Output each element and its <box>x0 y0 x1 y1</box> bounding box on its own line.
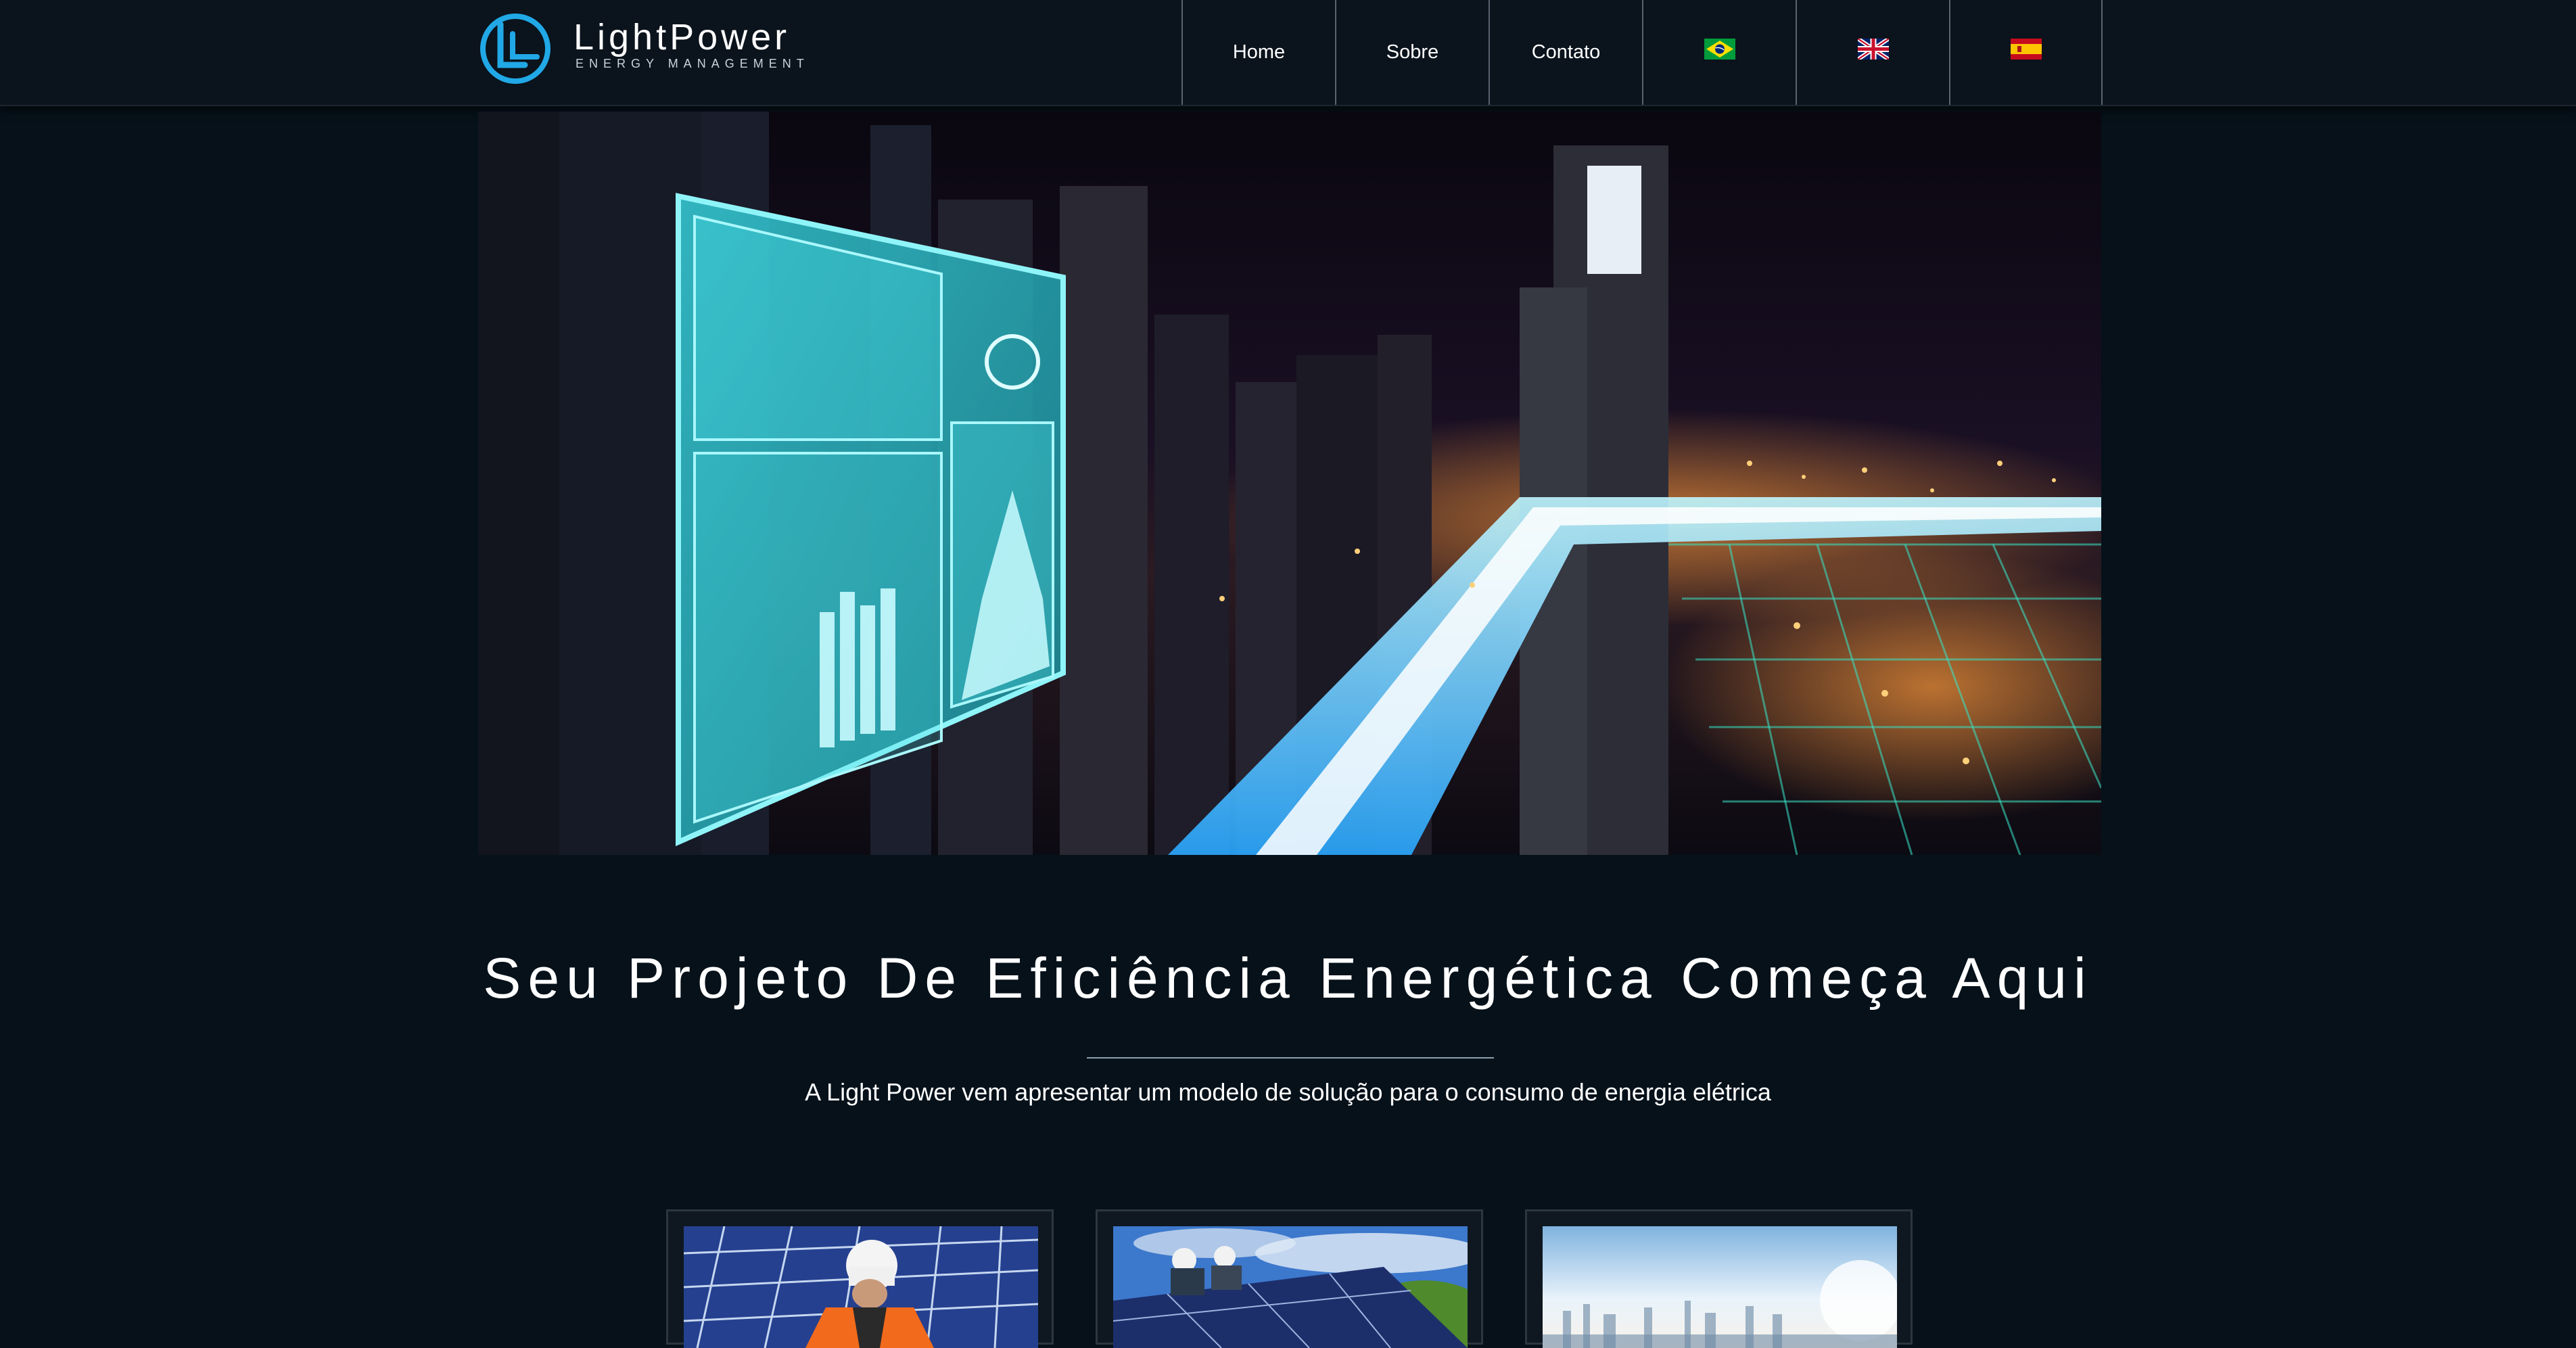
nav-item-contato[interactable]: Contato <box>1489 0 1642 105</box>
brand-tagline: ENERGY MANAGEMENT <box>576 57 810 70</box>
nav-item-home[interactable]: Home <box>1181 0 1335 105</box>
site-header: LightPower ENERGY MANAGEMENT Home Sobre … <box>0 0 2576 106</box>
service-card-2[interactable] <box>1096 1209 1483 1348</box>
technician-solar-panels-photo <box>684 1226 1038 1348</box>
nav-item-sobre[interactable]: Sobre <box>1335 0 1489 105</box>
city-skyline-photo <box>1543 1226 1897 1348</box>
language-portuguese-button[interactable] <box>1642 0 1796 105</box>
language-spanish-button[interactable] <box>1949 0 2103 105</box>
brand-logo[interactable]: LightPower ENERGY MANAGEMENT <box>477 11 804 87</box>
flag-uk-icon <box>1857 39 1889 60</box>
lightpower-logo-icon <box>480 14 551 84</box>
flag-brazil-icon <box>1704 39 1735 60</box>
intro-subtitle: A Light Power vem apresentar um modelo d… <box>805 1078 1771 1106</box>
flag-spain-icon <box>2010 39 2042 60</box>
workers-installing-rooftop-solar-photo <box>1113 1226 1468 1348</box>
city-energy-illustration <box>478 112 2101 855</box>
brand-name: LightPower <box>573 17 791 57</box>
main-navigation: Home Sobre Contato <box>1181 0 2103 105</box>
service-card-3[interactable] <box>1525 1209 1913 1348</box>
hero-image <box>478 112 2101 855</box>
page-headline: Seu Projeto De Eficiência Energética Com… <box>483 946 2093 1010</box>
service-card-1[interactable] <box>666 1209 1054 1348</box>
headline-divider <box>1087 1057 1494 1059</box>
language-english-button[interactable] <box>1796 0 1949 105</box>
